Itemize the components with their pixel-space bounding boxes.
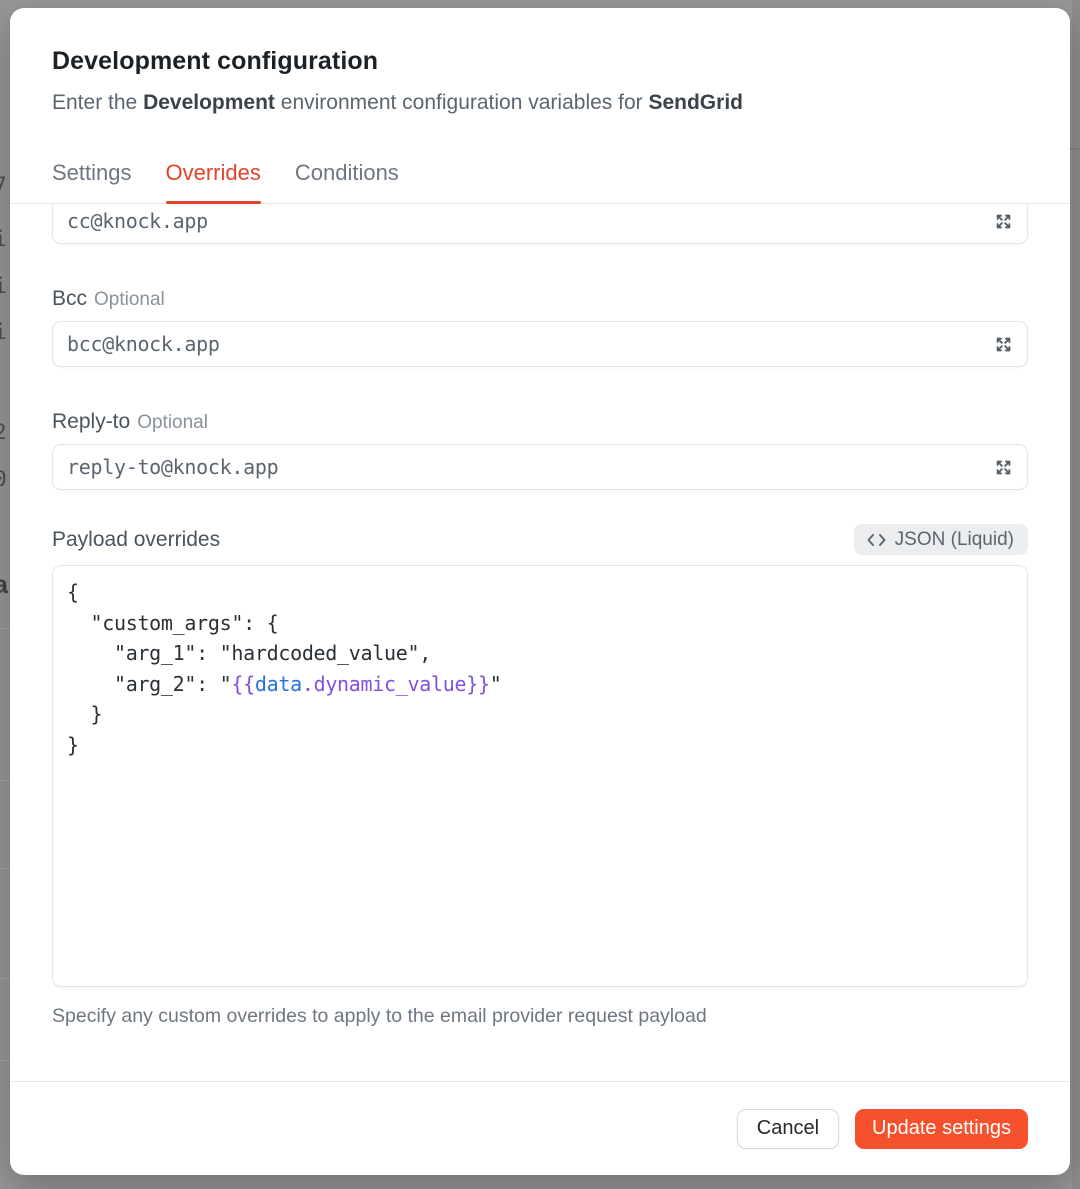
background-text-fragment: a [0,572,10,598]
code-token-plain: "arg_1": "hardcoded_value", [67,641,431,665]
reply-to-input[interactable]: reply-to@knock.app [52,444,1028,490]
background-page-fragment-strip: 7iii20a [0,0,10,1189]
tab-conditions[interactable]: Conditions [295,159,399,203]
cancel-button[interactable]: Cancel [737,1109,839,1149]
background-text-fragment: 0 [0,466,10,492]
background-row-divider [0,1060,10,1061]
background-text-fragment: i [0,226,10,252]
tab-label: Overrides [166,160,261,185]
tab-label: Conditions [295,160,399,185]
field-group-reply-to: Reply-to Optional reply-to@knock.app [52,410,1028,490]
code-token-plain: } [67,702,102,726]
background-text-fragment: 2 [0,419,10,445]
json-liquid-badge-label: JSON (Liquid) [895,529,1014,551]
update-settings-button[interactable]: Update settings [855,1109,1028,1149]
background-row-divider [0,780,10,781]
code-line: "arg_2": "{{data.dynamic_value}}" [67,669,1013,700]
code-token-plain: "custom_args": { [67,611,278,635]
overrides-tab-panel: cc@knock.app Bcc Optional bcc@knock.app [10,204,1070,1081]
code-line: } [67,730,1013,761]
development-configuration-dialog: Development configuration Enter the Deve… [10,8,1070,1175]
code-line: { [67,577,1013,608]
background-page-fragment-band [1072,0,1080,1189]
code-token-var: data [255,672,302,696]
payload-overrides-helper-text: Specify any custom overrides to apply to… [52,1004,1028,1028]
background-row-divider [0,978,10,979]
dialog-footer: Cancel Update settings [10,1081,1070,1175]
cc-input[interactable]: cc@knock.app [52,204,1028,244]
dialog-subtitle: Enter the Development environment config… [52,89,1028,117]
code-token-liquid: dynamic_value [314,672,467,696]
code-token-liquid: }} [466,672,489,696]
expand-icon[interactable] [992,210,1014,232]
code-line: "arg_1": "hardcoded_value", [67,638,1013,669]
field-label: Reply-to [52,410,130,433]
dialog-header: Development configuration Enter the Deve… [10,8,1070,117]
expand-icon[interactable] [992,333,1014,355]
field-optional-label: Optional [94,289,165,310]
code-token-liquid: {{ [231,672,254,696]
bcc-input[interactable]: bcc@knock.app [52,321,1028,367]
background-text-fragment: 7 [0,172,10,198]
input-value: reply-to@knock.app [67,455,278,479]
subtitle-segment: Development [143,91,275,114]
payload-overrides-header-row: Payload overrides JSON (Liquid) [52,524,1028,555]
tab-bar: Settings Overrides Conditions [10,159,1070,204]
background-row-divider [0,868,10,869]
code-token-plain: { [67,580,79,604]
dialog-title: Development configuration [52,46,1028,76]
code-token-plain: "arg_2": " [67,672,231,696]
code-line: "custom_args": { [67,608,1013,639]
expand-icon[interactable] [992,456,1014,478]
payload-overrides-code-editor[interactable]: { "custom_args": { "arg_1": "hardcoded_v… [52,565,1028,987]
code-token-plain: } [67,733,79,757]
subtitle-segment: SendGrid [648,91,743,114]
field-group-cc: cc@knock.app [52,204,1028,244]
background-text-fragment: i [0,273,10,299]
tab-settings[interactable]: Settings [52,159,132,203]
input-value: cc@knock.app [67,209,208,233]
code-icon [866,532,887,548]
json-liquid-badge: JSON (Liquid) [854,524,1028,555]
background-row-divider [0,628,10,629]
subtitle-segment: Enter the [52,91,143,114]
payload-overrides-label: Payload overrides [52,528,220,552]
field-label: Bcc [52,287,87,310]
tab-label: Settings [52,160,132,185]
field-group-bcc: Bcc Optional bcc@knock.app [52,287,1028,367]
background-text-fragment: i [0,319,10,345]
code-line: } [67,699,1013,730]
code-token-liquid: . [302,672,314,696]
field-optional-label: Optional [137,412,208,433]
tab-overrides[interactable]: Overrides [166,159,261,203]
field-label-row: Bcc Optional [52,287,1028,311]
field-label-row: Reply-to Optional [52,410,1028,434]
subtitle-segment: environment configuration variables for [275,91,649,114]
input-value: bcc@knock.app [67,332,220,356]
code-token-plain: " [490,672,502,696]
